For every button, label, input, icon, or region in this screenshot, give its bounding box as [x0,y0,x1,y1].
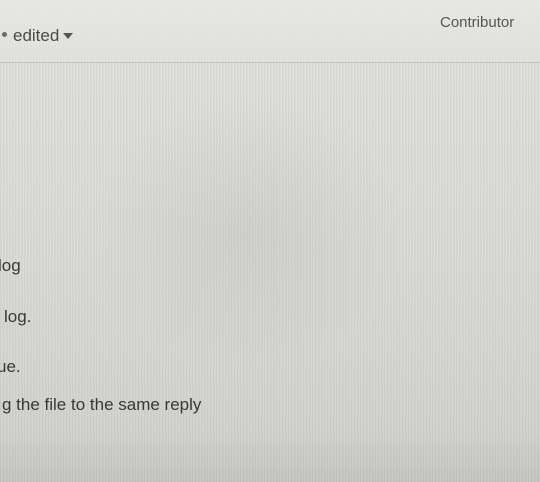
dot-separator-icon [2,32,7,38]
comment-line-2: log. [4,307,32,326]
caret-down-icon[interactable] [63,32,74,39]
edited-dropdown[interactable]: edited [2,26,74,46]
edited-label[interactable]: edited [13,26,59,45]
comment-line-1: log [0,256,21,275]
author-badge: Contributor [440,14,515,31]
comment-line-3: ue. [0,357,21,376]
comment-line-4: g the file to the same reply [2,395,202,414]
bottom-shade [0,430,540,482]
comment-header: edited Contributor [0,0,540,63]
